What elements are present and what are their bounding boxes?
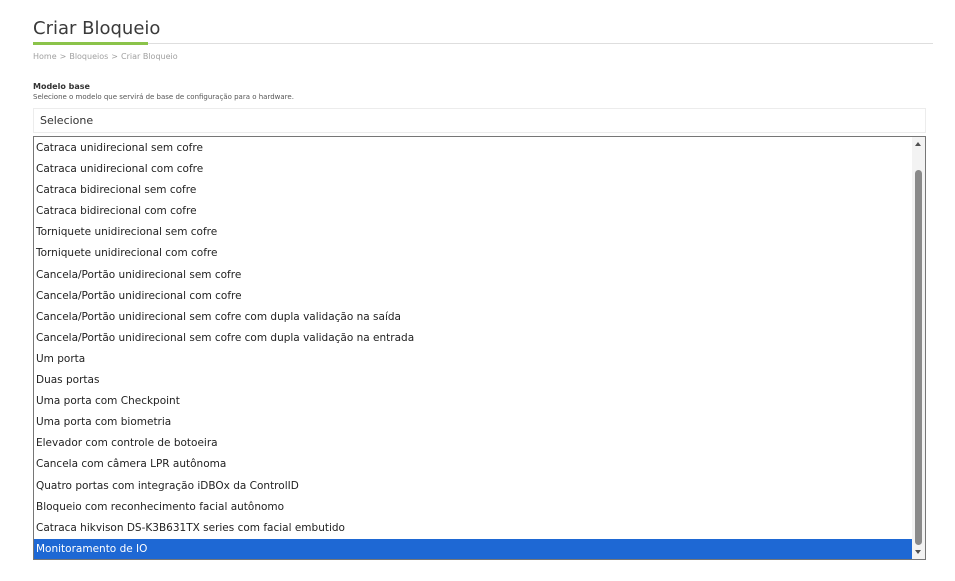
dropdown-option[interactable]: Torniquete unidirecional com cofre <box>34 243 913 264</box>
dropdown-option[interactable]: Duas portas <box>34 370 913 391</box>
breadcrumb-current: Criar Bloqueio <box>121 52 178 61</box>
model-base-label: Modelo base <box>33 82 90 91</box>
model-base-help-text: Selecione o modelo que servirá de base d… <box>33 93 294 101</box>
model-base-dropdown-list[interactable]: Catraca unidirecional sem cofre Catraca u… <box>33 136 926 560</box>
dropdown-option[interactable]: Uma porta com Checkpoint <box>34 391 913 412</box>
breadcrumb-separator: > <box>111 52 118 61</box>
dropdown-option[interactable]: Uma porta com biometria <box>34 412 913 433</box>
dropdown-option[interactable]: Cancela/Portão unidirecional sem cofre <box>34 265 913 286</box>
dropdown-option[interactable]: Cancela com câmera LPR autônoma <box>34 454 913 475</box>
dropdown-option[interactable]: Catraca unidirecional com cofre <box>34 159 913 180</box>
breadcrumb-separator: > <box>59 52 67 61</box>
title-divider <box>33 43 933 44</box>
dropdown-option[interactable]: Cancela/Portão unidirecional com cofre <box>34 286 913 307</box>
dropdown-options: Catraca unidirecional sem cofre Catraca u… <box>34 138 913 559</box>
dropdown-scrollbar[interactable] <box>912 137 925 559</box>
dropdown-option[interactable]: Bloqueio com reconhecimento facial autôn… <box>34 497 913 518</box>
scroll-up-arrow-icon[interactable] <box>915 142 921 146</box>
dropdown-option[interactable]: Quatro portas com integração iDBOx da Co… <box>34 476 913 497</box>
dropdown-option[interactable]: Cancela/Portão unidirecional sem cofre c… <box>34 307 913 328</box>
scroll-down-arrow-icon[interactable] <box>915 550 921 554</box>
dropdown-option[interactable]: Catraca bidirecional com cofre <box>34 201 913 222</box>
dropdown-option[interactable]: Elevador com controle de botoeira <box>34 433 913 454</box>
breadcrumb: Home > Bloqueios > Criar Bloqueio <box>33 52 178 61</box>
dropdown-option[interactable]: Catraca hikvison DS-K3B631TX series com … <box>34 518 913 539</box>
dropdown-option[interactable]: Catraca bidirecional sem cofre <box>34 180 913 201</box>
scrollbar-thumb[interactable] <box>915 170 922 545</box>
dropdown-option[interactable]: Um porta <box>34 349 913 370</box>
page-title: Criar Bloqueio <box>33 18 161 39</box>
breadcrumb-home[interactable]: Home <box>33 52 57 61</box>
dropdown-option[interactable]: Catraca unidirecional sem cofre <box>34 138 913 159</box>
dropdown-option[interactable]: Torniquete unidirecional sem cofre <box>34 222 913 243</box>
breadcrumb-bloqueios[interactable]: Bloqueios <box>69 52 108 61</box>
title-accent-bar <box>33 42 148 45</box>
model-base-select[interactable]: Selecione <box>33 108 926 133</box>
dropdown-option[interactable]: Cancela/Portão unidirecional sem cofre c… <box>34 328 913 349</box>
dropdown-option[interactable]: Monitoramento de IO <box>34 538 913 559</box>
